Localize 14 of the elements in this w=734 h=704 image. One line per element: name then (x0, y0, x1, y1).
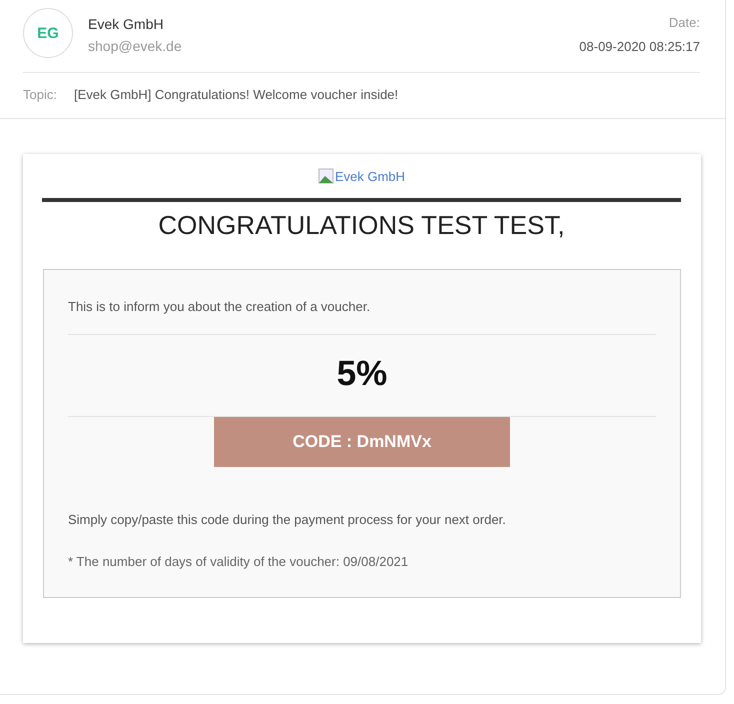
logo-link[interactable]: Evek GmbH (318, 168, 406, 184)
topic-label: Topic: (23, 87, 57, 104)
sender-avatar: EG (23, 8, 73, 58)
sender-email: shop@evek.de (88, 38, 182, 54)
intro-text: This is to inform you about the creation of a voucher. (68, 299, 656, 335)
validity-note: * The number of days of validity of the voucher: 09/08/2021 (68, 554, 410, 569)
topic-value: [Evek GmbH] Congratulations! Welcome voucher inside! (74, 87, 398, 104)
email-heading: CONGRATULATIONS TEST TEST, (42, 198, 681, 257)
date-value: 08-09-2020 08:25:17 (579, 39, 700, 54)
sender-name: Evek GmbH (88, 16, 164, 32)
instructions-text: Simply copy/paste this code during the payment process for your next order. (68, 512, 507, 527)
broken-image-icon (318, 168, 334, 184)
voucher-code: CODE : DmNMVx (214, 417, 510, 467)
date-label: Date: (668, 15, 700, 30)
